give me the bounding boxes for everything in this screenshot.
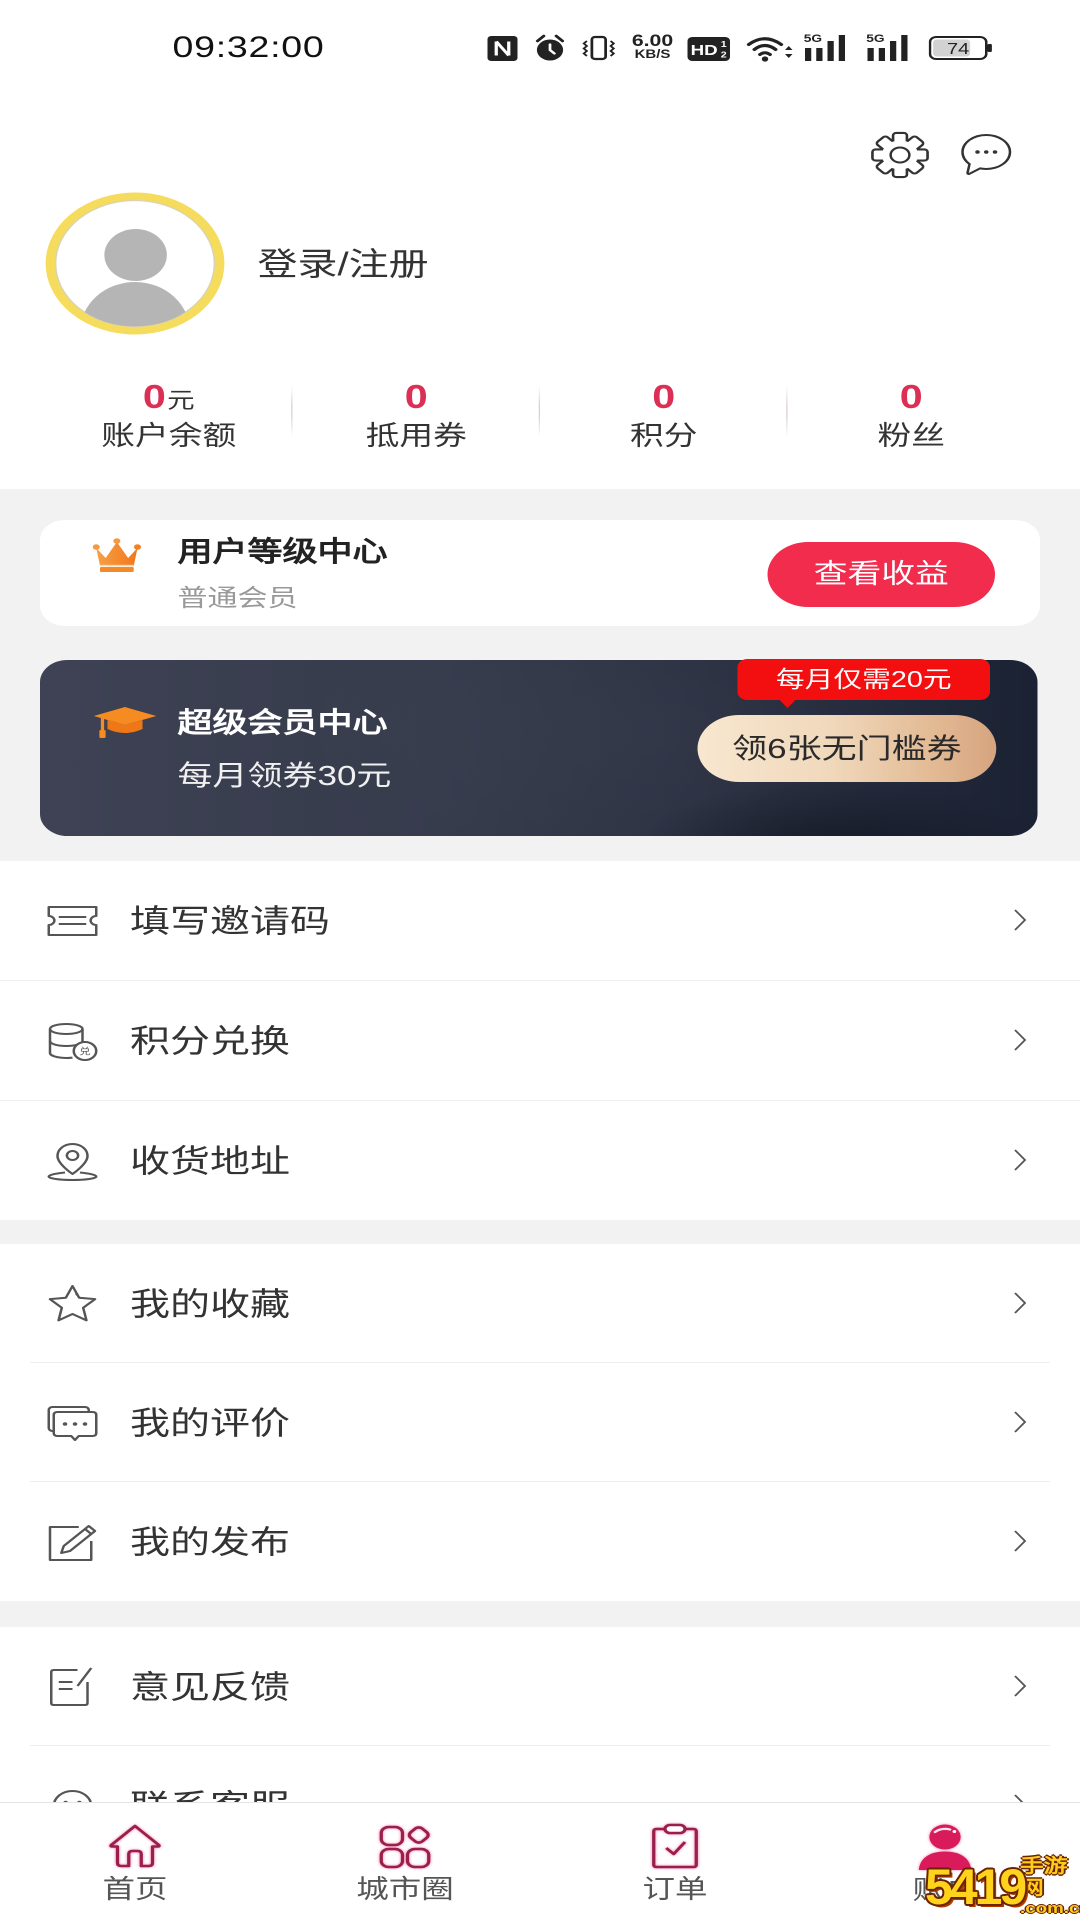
stat-label: 粉丝 [877,421,946,451]
graduation-cap-icon [93,707,157,738]
chevron-right-icon [1014,1149,1027,1171]
stat-coupons[interactable]: 0 抵用券 [293,378,540,458]
login-register-link[interactable]: 登录/注册 [258,244,429,284]
stat-fans[interactable]: 0 粉丝 [788,378,1036,458]
vibrate-icon [582,35,616,61]
tab-label: 城市圈 [356,1874,454,1904]
view-earnings-button[interactable]: 查看收益 [767,542,995,607]
stat-value: 0 [652,378,676,415]
svg-text:1: 1 [721,40,728,50]
battery-icon: 74 [928,36,992,60]
svg-text:5G: 5G [866,32,884,44]
tab-label: 首页 [102,1874,168,1904]
menu-group-2: 我的收藏 我的评价 我的发布 [0,1244,1080,1601]
user-level-card[interactable]: 用户等级中心 普通会员 查看收益 [40,520,1040,626]
crown-icon [92,538,141,572]
hd-voice-icon: HD 1 2 [687,37,730,61]
stat-label: 积分 [630,421,698,451]
stat-value: 0 [899,378,923,415]
status-time: 09:32:00 [172,31,325,64]
claim-coupons-button[interactable]: 领6张无门槛券 [697,715,997,782]
points-exchange-icon: 兑 [48,1022,98,1061]
star-icon [48,1284,97,1321]
comments-icon [47,1405,98,1441]
menu-item-invite-code[interactable]: 填写邀请码 [0,861,1080,980]
chevron-right-icon [1014,1530,1027,1552]
svg-text:兑: 兑 [79,1045,90,1056]
menu-item-label: 积分兑换 [130,1022,291,1059]
wifi-icon [746,37,793,62]
stat-label: 账户余额 [101,421,237,451]
network-speed: 6.00 KB/S [625,31,680,61]
tab-orders[interactable]: 订单 [540,1803,810,1920]
menu-item-label: 我的发布 [130,1523,291,1560]
menu-item-feedback[interactable]: 意见反馈 [0,1627,1080,1746]
feedback-icon [50,1666,93,1706]
menu-item-label: 收货地址 [130,1142,291,1179]
signal-5g-icon-1: 5G [804,32,845,61]
chevron-right-icon [1014,1292,1027,1314]
menu-item-label: 意见反馈 [130,1668,291,1705]
svg-text:HD: HD [691,42,718,59]
tab-home[interactable]: 首页 [0,1803,270,1920]
super-member-card[interactable]: 超级会员中心 每月领券30元 每月仅需20元 领6张无门槛券 [40,659,1038,836]
default-avatar-icon[interactable] [45,192,225,335]
chevron-right-icon [1014,1675,1027,1697]
home-icon [109,1824,161,1868]
city-circle-icon [379,1825,431,1869]
menu-item-label: 我的收藏 [130,1285,291,1322]
watermark-site: 手游网 [1020,1855,1068,1899]
super-card-subtitle: 每月领券30元 [177,760,392,791]
ticket-icon [47,905,98,936]
nfc-icon [487,36,518,61]
location-pin-icon [47,1142,98,1181]
tab-city-circle[interactable]: 城市圈 [270,1803,540,1920]
menu-group-1: 填写邀请码 兑 积分兑换 收货地址 [0,861,1080,1220]
stat-value: 0 [142,378,166,415]
stat-points[interactable]: 0 积分 [540,378,788,458]
chevron-right-icon [1014,909,1027,931]
member-level: 普通会员 [177,585,298,612]
stats-row: 0元 账户余额 0 抵用券 0 积分 0 粉丝 [45,378,1035,458]
menu-item-label: 填写邀请码 [130,902,331,939]
stat-label: 抵用券 [365,421,467,451]
chevron-right-icon [1014,1411,1027,1433]
watermark: 5419 手游网 .com.cn [925,1853,1080,1920]
stat-unit: 元 [167,388,195,413]
account-screen: 09:32:00 6.00 KB/S HD 1 2 5G 5G 74 登录/注册… [0,0,1080,1920]
svg-text:5G: 5G [804,32,822,44]
svg-text:2: 2 [721,50,727,60]
chat-bubble-icon[interactable] [960,133,1013,175]
orders-icon [652,1823,698,1869]
profile-header: 09:32:00 6.00 KB/S HD 1 2 5G 5G 74 登录/注册… [0,0,1080,489]
price-tag: 每月仅需20元 [737,659,990,708]
menu-item-points-exchange[interactable]: 兑 积分兑换 [0,980,1080,1100]
super-card-title: 超级会员中心 [177,707,388,738]
menu-item-reviews[interactable]: 我的评价 [0,1362,1080,1482]
battery-percent: 74 [947,40,969,58]
menu-item-label: 我的评价 [130,1404,291,1441]
gear-icon[interactable] [870,130,930,180]
network-speed-value: 6.00 [631,31,674,50]
alarm-icon [535,34,565,61]
edit-icon [48,1524,97,1561]
level-card-title: 用户等级中心 [177,536,388,567]
tab-label: 订单 [642,1874,708,1904]
stat-account-balance[interactable]: 0元 账户余额 [45,378,293,458]
stat-value: 0 [404,378,428,415]
bottom-tab-bar: 首页 城市圈 订单 账户 [0,1802,1080,1920]
watermark-number: 5419 [925,1858,1027,1915]
menu-item-favorites[interactable]: 我的收藏 [0,1244,1080,1363]
chevron-right-icon [1014,1029,1027,1051]
watermark-domain: .com.cn [1020,1899,1080,1917]
menu-item-shipping-address[interactable]: 收货地址 [0,1100,1080,1220]
signal-5g-icon-2: 5G [866,32,908,61]
menu-item-my-posts[interactable]: 我的发布 [0,1481,1080,1601]
